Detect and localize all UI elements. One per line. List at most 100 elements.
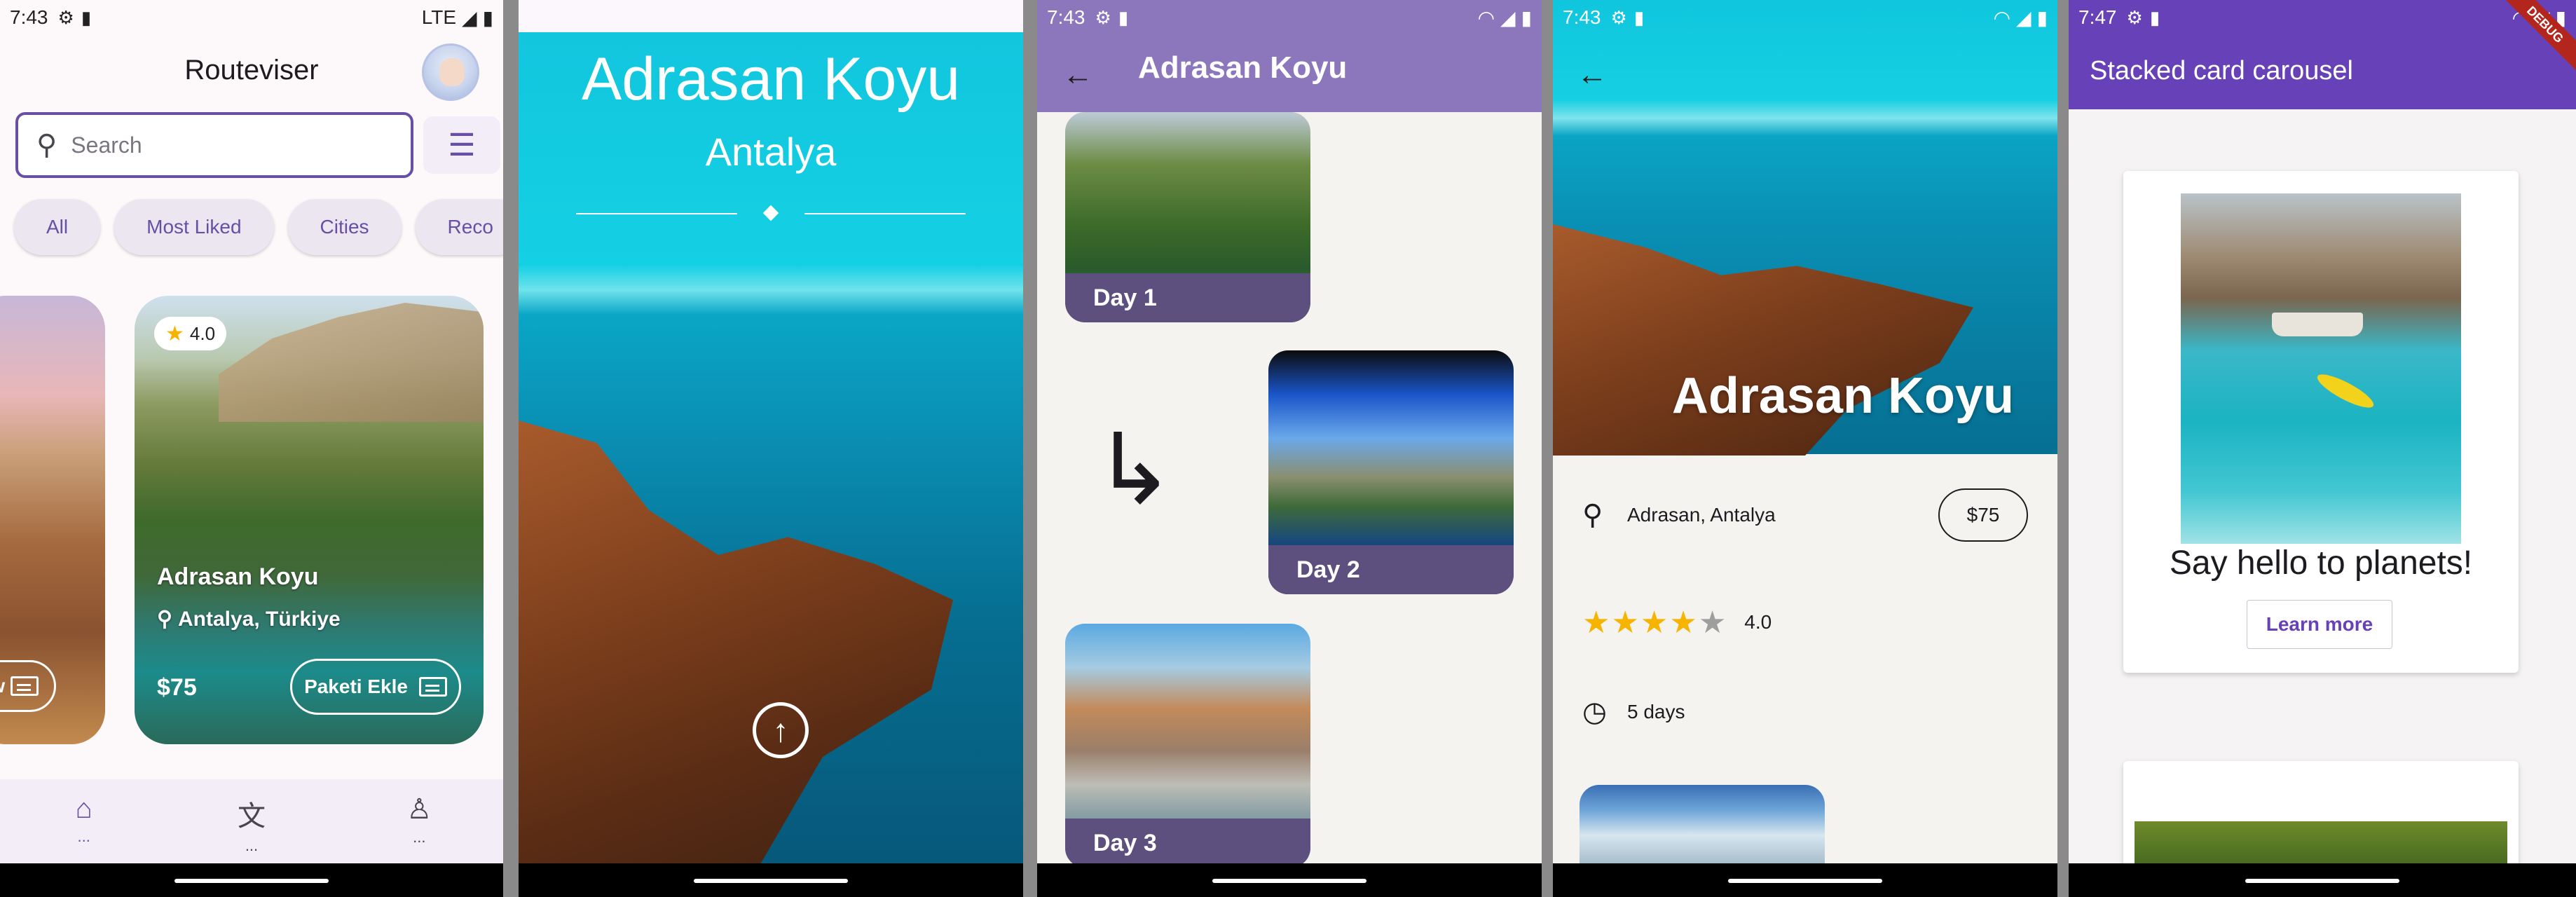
nav-translate[interactable]: 文 ... <box>167 779 335 863</box>
chip-reco[interactable]: Reco <box>415 199 503 255</box>
day-label: Day 1 <box>1065 273 1310 322</box>
home-icon: ⌂ <box>75 793 93 824</box>
nav-translate-label: ... <box>245 837 259 854</box>
chip-most-liked[interactable]: Most Liked <box>114 199 274 255</box>
signal-icon: ◢ <box>462 6 477 29</box>
sd-card-icon: ▮ <box>2149 6 2160 28</box>
status-bar: 7:43 ⚙ ▮ LTE ◢ ▮ <box>0 0 503 35</box>
nav-home[interactable]: ⌂ ... <box>0 779 167 863</box>
rating-badge: ★ 4.0 <box>154 317 227 350</box>
location-text: Adrasan, Antalya <box>1627 504 1776 526</box>
ornament-divider <box>576 205 966 221</box>
itinerary-screen: 7:43 ⚙ ▮ ◠ ◢ ▮ ← Adrasan Koyu Day 1 ↳ Da… <box>1037 0 1542 897</box>
divider-line-left <box>576 213 737 214</box>
system-nav-bar <box>1037 863 1542 897</box>
location-row: ⚲ Adrasan, Antalya $75 <box>1582 488 2028 542</box>
system-nav-bar <box>2069 863 2576 897</box>
wifi-icon: ◠ <box>1477 6 1495 29</box>
add-package-button[interactable]: Paketi Ekle <box>290 659 461 715</box>
ticket-icon <box>11 676 39 696</box>
sd-card-icon: ▮ <box>1633 6 1645 28</box>
day-label: Day 2 <box>1268 545 1514 594</box>
location-pin-icon: ⚲ <box>157 608 172 631</box>
sd-card-icon: ▮ <box>1118 6 1129 28</box>
place-price: $75 <box>157 674 197 701</box>
list-icon: ☰ <box>448 128 476 163</box>
home-gesture-pill[interactable] <box>1212 879 1366 883</box>
day-card-1[interactable]: Day 1 <box>1065 112 1310 322</box>
status-bar: 7:43 ⚙ ▮ ◠ ◢ ▮ <box>1553 0 2057 35</box>
add-package-label: Paketi Ekle <box>304 676 408 697</box>
back-arrow-icon[interactable]: ← <box>1062 57 1093 93</box>
home-gesture-pill[interactable] <box>2245 879 2399 883</box>
home-screen: 7:43 ⚙ ▮ LTE ◢ ▮ Routeviser ⚲ Search ☰ A… <box>0 0 503 897</box>
swipe-up-button[interactable]: ↑ <box>753 702 809 758</box>
day-card-3[interactable]: Day 3 <box>1065 624 1310 868</box>
nav-home-label: ... <box>77 828 90 845</box>
status-bar: 7:47 ⚙ ▮ ◠ ◢ ▮ <box>2069 0 2576 35</box>
duration-row: ◷ 5 days <box>1582 691 2028 733</box>
gallery-thumbnail[interactable] <box>1580 785 1825 869</box>
place-location: ⚲ Antalya, Türkiye <box>157 607 341 631</box>
card-caption: Say hello to planets! <box>2169 545 2473 582</box>
status-time: 7:47 <box>2078 6 2117 28</box>
battery-icon: ▮ <box>2036 6 2048 29</box>
boat-shape <box>2272 313 2363 336</box>
arrow-up-icon: ↑ <box>772 712 789 748</box>
price-button[interactable]: $75 <box>1938 488 2028 542</box>
signal-icon: ◢ <box>2016 6 2032 29</box>
carousel-card[interactable]: Say hello to planets! Learn more <box>2123 171 2519 673</box>
intro-subtitle: Antalya <box>705 130 837 174</box>
app-bar: 7:47 ⚙ ▮ ◠ ◢ ▮ Stacked card carousel DEB… <box>2069 0 2576 109</box>
chip-cities[interactable]: Cities <box>287 199 402 255</box>
page-title: Stacked card carousel <box>2090 56 2353 85</box>
app-bar: 7:43 ⚙ ▮ ◠ ◢ ▮ ← Adrasan Koyu <box>1037 0 1542 112</box>
bottom-navigation: ⌂ ... 文 ... ♙ ... <box>0 779 503 863</box>
previous-card-button[interactable]: ow <box>0 660 56 712</box>
list-filter-button[interactable]: ☰ <box>423 116 500 174</box>
location-pin-icon: ⚲ <box>1582 500 1603 530</box>
intro-title: Adrasan Koyu <box>581 46 961 113</box>
place-card-previous[interactable]: ow <box>0 296 105 744</box>
rating-value: 4.0 <box>1744 611 1772 633</box>
rating-value: 4.0 <box>189 322 216 344</box>
battery-icon: ▮ <box>482 6 493 29</box>
search-input[interactable]: Search <box>71 132 142 158</box>
hero-photo: 7:43 ⚙ ▮ ◠ ◢ ▮ ← Adrasan Koyu <box>1553 0 2057 456</box>
home-gesture-pill[interactable] <box>1728 879 1882 883</box>
home-gesture-pill[interactable] <box>174 879 329 883</box>
search-field[interactable]: ⚲ Search <box>15 112 413 178</box>
avatar[interactable] <box>422 43 479 101</box>
network-type: LTE <box>421 6 457 28</box>
sd-card-icon: ▮ <box>81 6 92 28</box>
ticket-icon <box>418 677 447 697</box>
chip-all[interactable]: All <box>14 199 101 255</box>
home-gesture-pill[interactable] <box>694 879 848 883</box>
place-name: Adrasan Koyu <box>157 563 319 590</box>
status-time: 7:43 <box>1563 6 1601 28</box>
translate-icon: 文 <box>237 801 266 832</box>
kayak-shape <box>2313 369 2378 413</box>
divider-diamond <box>762 205 779 221</box>
status-right: ◠ ◢ ▮ <box>1478 6 1532 29</box>
star-icon: ★ <box>1611 605 1640 640</box>
day-card-2[interactable]: Day 2 <box>1268 350 1514 594</box>
settings-status-icon: ⚙ <box>57 6 74 28</box>
nav-profile[interactable]: ♙ ... <box>336 779 503 863</box>
status-time: 7:43 <box>1047 6 1085 28</box>
carousel-screen: 7:47 ⚙ ▮ ◠ ◢ ▮ Stacked card carousel DEB… <box>2069 0 2576 897</box>
card-photo <box>2181 193 2461 544</box>
back-arrow-icon[interactable]: ← <box>1577 57 1608 93</box>
screenshot-strip: 7:43 ⚙ ▮ LTE ◢ ▮ Routeviser ⚲ Search ☰ A… <box>0 0 2576 897</box>
system-nav-bar <box>1553 863 2057 897</box>
settings-status-icon: ⚙ <box>2126 6 2143 28</box>
settings-status-icon: ⚙ <box>1610 6 1627 28</box>
place-card[interactable]: ★ 4.0 Adrasan Koyu ⚲ Antalya, Türkiye $7… <box>135 296 484 744</box>
rating-stars: ★★★★★ <box>1582 605 1727 641</box>
system-nav-bar <box>0 863 503 897</box>
learn-more-button[interactable]: Learn more <box>2247 600 2392 649</box>
detail-screen: 7:43 ⚙ ▮ ◠ ◢ ▮ ← Adrasan Koyu ⚲ Adrasan,… <box>1553 0 2057 897</box>
hero-title: Adrasan Koyu <box>1671 368 2014 424</box>
star-empty-icon: ★ <box>1698 605 1728 640</box>
day-label: Day 3 <box>1065 819 1310 868</box>
